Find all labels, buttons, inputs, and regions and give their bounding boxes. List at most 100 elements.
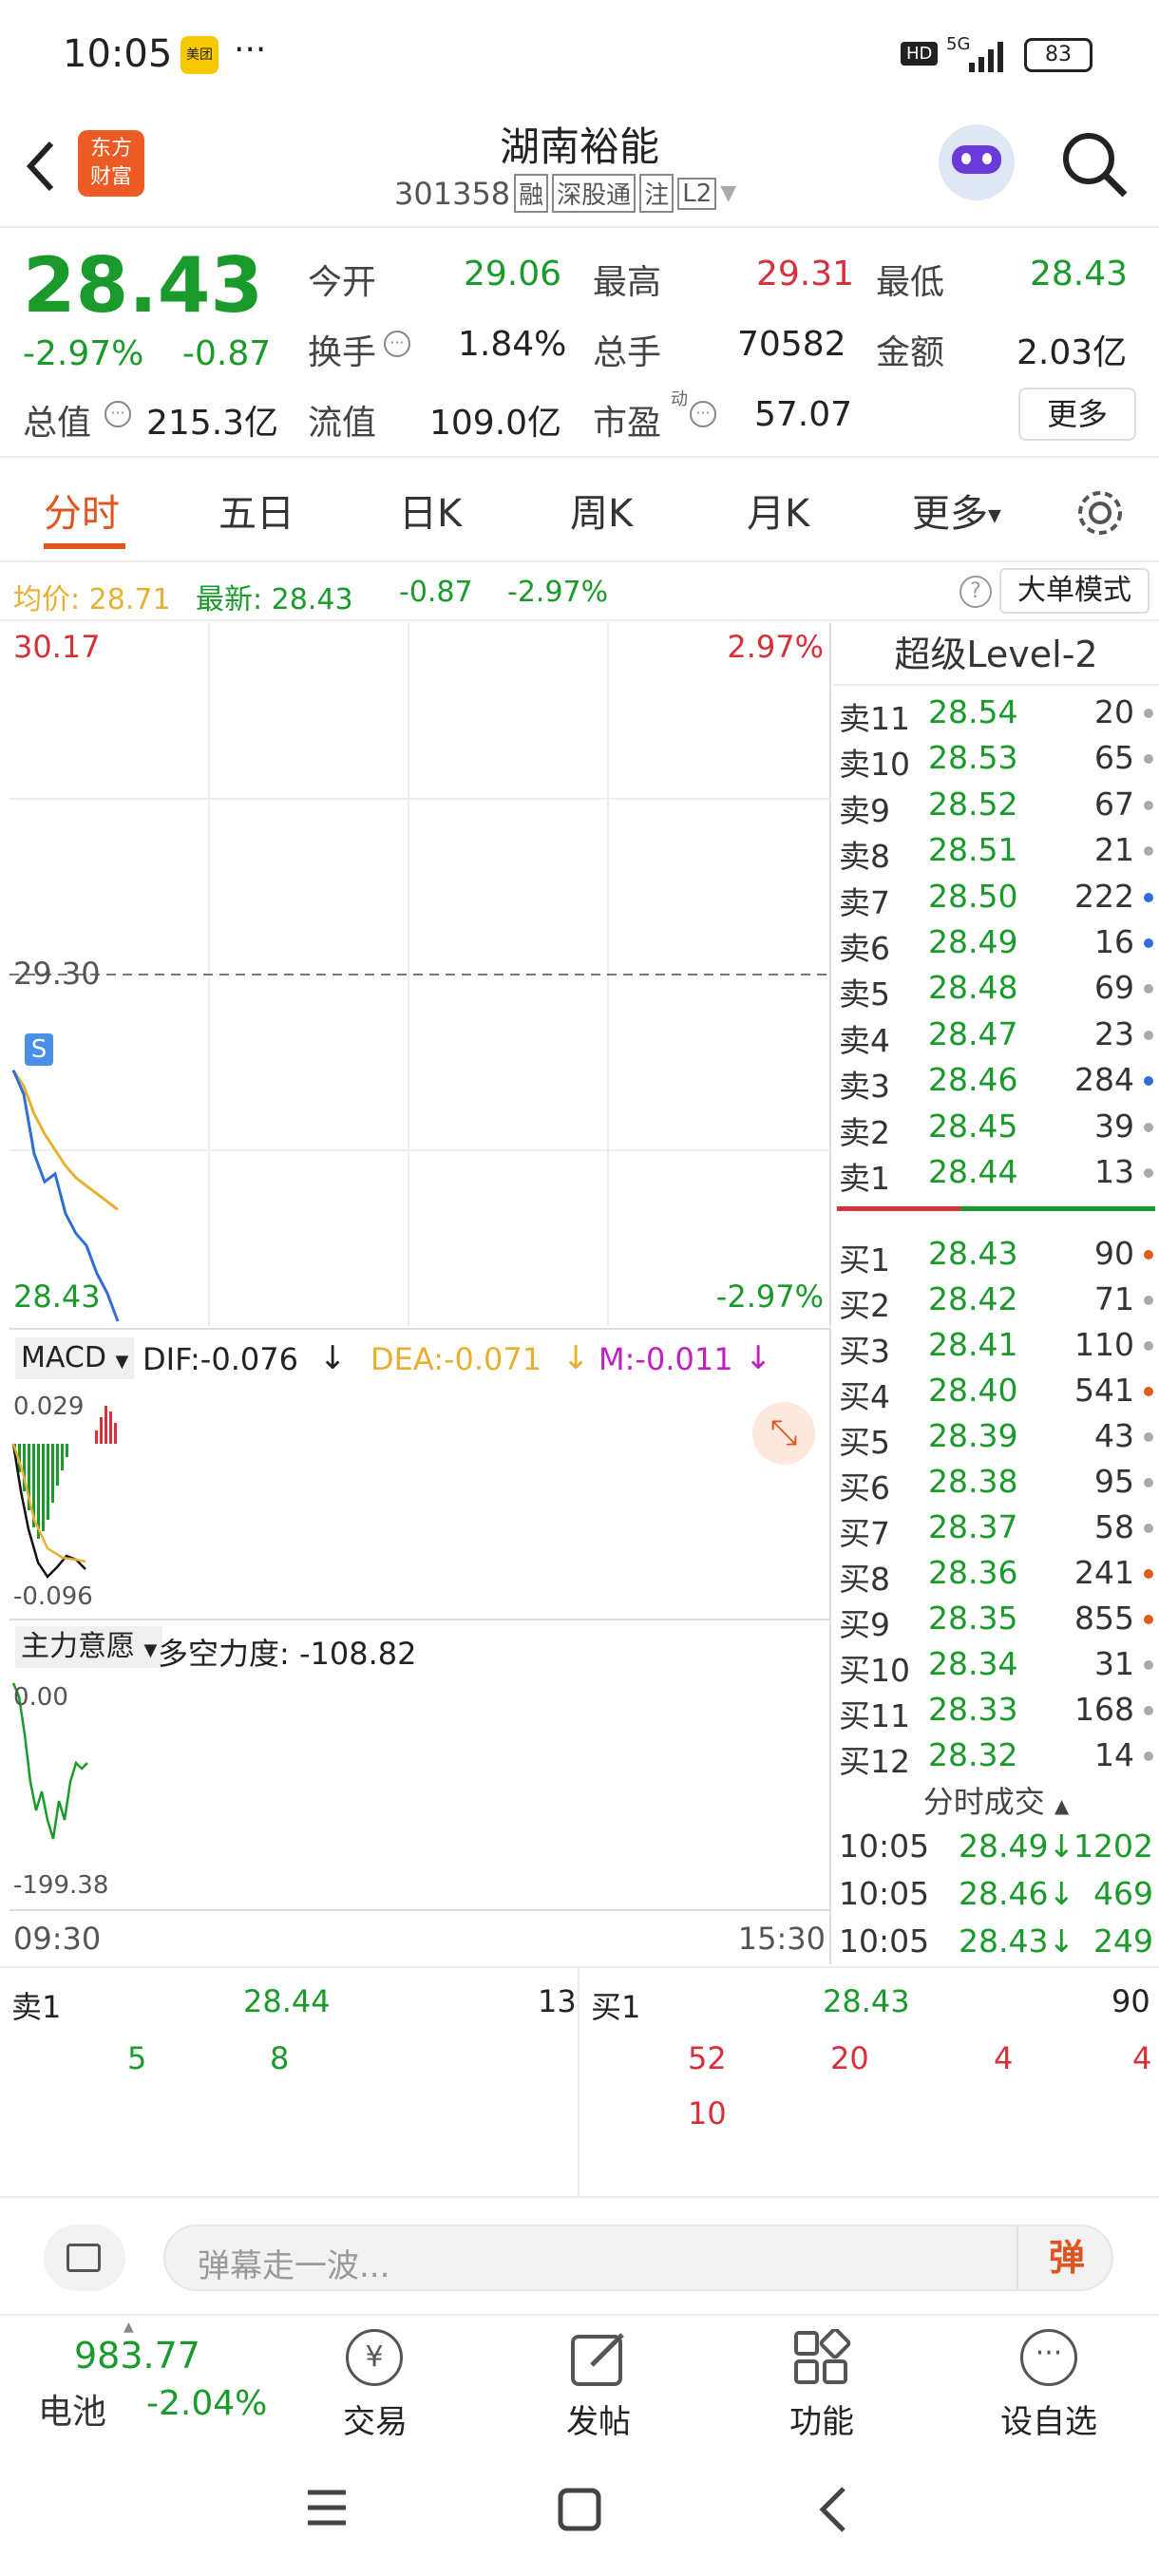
barrage-toggle-button[interactable]: 弹: [1016, 2226, 1115, 2289]
order-dot-icon: [1144, 1250, 1153, 1260]
bid-label: 买10: [839, 1652, 910, 1689]
menu-icon[interactable]: [304, 2487, 350, 2529]
bid-row[interactable]: 买11 28.33 168: [833, 1687, 1159, 1734]
info-icon[interactable]: ···: [384, 331, 410, 357]
bid-volume: 168: [1074, 1691, 1134, 1728]
ask-price: 28.53: [928, 739, 1018, 777]
bid-volume: 855: [1074, 1600, 1134, 1637]
ask-row[interactable]: 卖8 28.51 21: [833, 827, 1159, 875]
trades-header[interactable]: 分时成交 ▲: [833, 1778, 1159, 1822]
main-force-chart-svg: [11, 1682, 88, 1840]
ask-row[interactable]: 卖2 28.45 39: [833, 1104, 1159, 1151]
tab-five-day[interactable]: 五日: [218, 483, 294, 538]
tab-trade[interactable]: ¥ 交易: [314, 2316, 437, 2445]
bid-row[interactable]: 买9 28.35 855: [833, 1596, 1159, 1643]
turnover-label: 换手: [308, 333, 377, 372]
average-bar: 均价: 28.71 最新: 28.43 -0.87 -2.97% ? 大单模式: [0, 562, 1159, 621]
home-icon[interactable]: [557, 2487, 602, 2532]
order-dot-icon: [1144, 1168, 1153, 1178]
y-top-pct-label: 2.97%: [727, 629, 824, 665]
caret-down-icon: ▼: [988, 505, 1001, 526]
help-icon[interactable]: ?: [960, 576, 992, 608]
bid-row[interactable]: 买8 28.36 241: [833, 1550, 1159, 1598]
depth-bar-red: [837, 1206, 960, 1211]
ask-row[interactable]: 卖9 28.52 67: [833, 782, 1159, 829]
stock-code-row: 301358 融 深股通 注 L2 ▼: [394, 174, 736, 213]
bid-row[interactable]: 买5 28.39 43: [833, 1413, 1159, 1461]
float-value: 109.0亿: [429, 404, 562, 443]
order-dot-icon: [1144, 892, 1153, 902]
ask-row[interactable]: 卖6 28.49 16: [833, 919, 1159, 967]
bid-label: 买4: [839, 1378, 890, 1415]
macd-top-label: 0.029: [13, 1392, 85, 1421]
bid-order: 20: [830, 2040, 869, 2076]
ask-row[interactable]: 卖1 28.44 13: [833, 1149, 1159, 1197]
bid-row[interactable]: 买2 28.42 71: [833, 1277, 1159, 1324]
order-dot-icon: [1144, 1122, 1153, 1132]
open-label: 今开: [308, 263, 377, 302]
bid-row[interactable]: 买10 28.34 31: [833, 1641, 1159, 1689]
order-dot-icon: [1144, 1752, 1153, 1761]
expand-icon[interactable]: ⤡: [752, 1402, 815, 1465]
tab-add-watchlist[interactable]: ··· 设自选: [982, 2316, 1115, 2445]
tab-weekly-k[interactable]: 周K: [570, 483, 633, 538]
bid-queue: 买1 28.43 90 52 20 4 4 10: [581, 1968, 1159, 2196]
tag-l2: L2: [677, 177, 717, 210]
chevron-down-icon[interactable]: ▼: [720, 181, 736, 205]
macd-select[interactable]: MACD ▼: [15, 1337, 135, 1379]
big-order-mode-button[interactable]: 大单模式: [999, 568, 1150, 614]
ask-row[interactable]: 卖5 28.48 69: [833, 965, 1159, 1013]
bid-row[interactable]: 买12 28.32 14: [833, 1733, 1159, 1780]
bid-row[interactable]: 买6 28.38 95: [833, 1459, 1159, 1506]
battery-icon: 83: [1024, 38, 1092, 72]
ask-row[interactable]: 卖11 28.54 20: [833, 690, 1159, 737]
more-button[interactable]: 更多: [1018, 388, 1136, 441]
barrage-settings-icon[interactable]: [44, 2225, 125, 2291]
tab-daily-k[interactable]: 日K: [399, 483, 462, 538]
trade-time: 10:05: [839, 1828, 930, 1865]
search-icon[interactable]: [1058, 128, 1130, 200]
trade-price: 28.46↓: [959, 1875, 1075, 1912]
sell-signal-marker[interactable]: S: [25, 1033, 53, 1066]
bid-row[interactable]: 买4 28.40 541: [833, 1368, 1159, 1415]
back-nav-icon[interactable]: [813, 2485, 851, 2534]
main-force-select[interactable]: 主力意愿 ▼: [15, 1626, 163, 1668]
trade-price: 28.49↓: [959, 1828, 1075, 1865]
order-dot-icon: [1144, 1706, 1153, 1715]
tab-more[interactable]: 更多▼: [912, 483, 1001, 538]
ask-order: 8: [270, 2040, 290, 2076]
clock: 10:05: [63, 32, 173, 76]
order-dot-icon: [1144, 1341, 1153, 1351]
info-icon[interactable]: ···: [690, 401, 716, 427]
ask-row[interactable]: 卖10 28.53 65: [833, 735, 1159, 783]
ask-row[interactable]: 卖4 28.47 23: [833, 1012, 1159, 1059]
info-icon[interactable]: ···: [104, 401, 131, 427]
ask-label: 卖11: [839, 700, 910, 737]
intraday-chart[interactable]: 30.17 2.97% 29.30 28.43 -2.97% S: [10, 623, 831, 1326]
ask-price: 28.52: [928, 785, 1018, 823]
tab-post[interactable]: 发帖: [537, 2316, 660, 2445]
index-ticker[interactable]: ▲ 983.77 电池 -2.04%: [0, 2316, 267, 2445]
bid-row[interactable]: 买7 28.37 58: [833, 1505, 1159, 1552]
bid-row[interactable]: 买1 28.43 90: [833, 1231, 1159, 1279]
bid-price: 28.32: [928, 1736, 1018, 1773]
y-bottom-pct-label: -2.97%: [715, 1279, 824, 1315]
bid-order: 4: [1132, 2040, 1152, 2076]
macd-bar: [104, 1406, 107, 1444]
bid-label: 买7: [839, 1515, 890, 1552]
ask-row[interactable]: 卖3 28.46 284: [833, 1057, 1159, 1105]
quote-panel: 28.43 -2.97% -0.87 今开 29.06 最高 29.31 最低 …: [0, 228, 1159, 458]
order-dot-icon: [1144, 1387, 1153, 1396]
last-price: 28.43: [23, 241, 264, 330]
tab-intraday[interactable]: 分时: [44, 483, 120, 538]
order-dot-icon: [1144, 800, 1153, 810]
robot-avatar[interactable]: [939, 124, 1015, 200]
bid-row[interactable]: 买3 28.41 110: [833, 1322, 1159, 1370]
settings-gear-icon[interactable]: [1074, 486, 1127, 540]
tab-monthly-k[interactable]: 月K: [747, 483, 809, 538]
barrage-input[interactable]: 弹幕走一波... 弹: [163, 2225, 1113, 2291]
level2-title[interactable]: 超级Level-2: [833, 623, 1159, 686]
tab-functions[interactable]: 功能: [760, 2316, 884, 2445]
ask-row[interactable]: 卖7 28.50 222: [833, 874, 1159, 921]
bid-volume: 14: [1094, 1736, 1134, 1773]
